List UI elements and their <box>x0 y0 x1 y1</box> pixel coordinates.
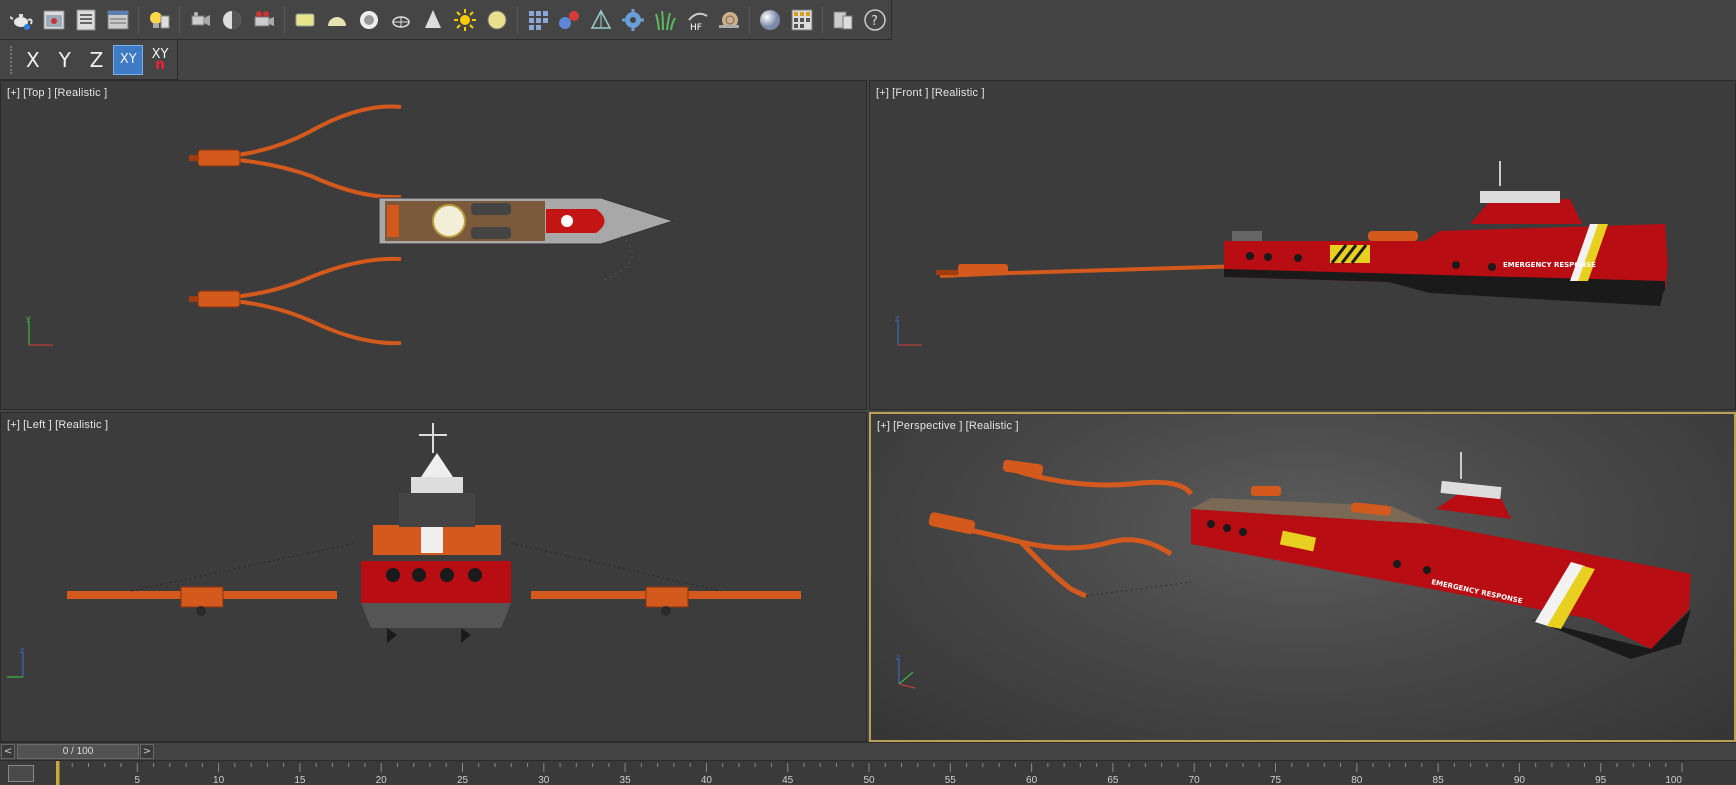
ruler-tick-label: 40 <box>701 775 713 785</box>
ruler-tick-label: 90 <box>1514 775 1526 785</box>
gear-icon[interactable] <box>619 5 647 35</box>
clipboard-icon[interactable] <box>829 5 857 35</box>
torus-icon[interactable] <box>355 5 383 35</box>
ruler-tick-label: 35 <box>620 775 632 785</box>
camera-icon[interactable] <box>186 5 214 35</box>
hemisphere-icon[interactable] <box>323 5 351 35</box>
boom-lower <box>189 256 402 346</box>
video-camera-icon[interactable] <box>250 5 278 35</box>
render-frame-icon[interactable] <box>40 5 68 35</box>
ruler-tick-label: 30 <box>538 775 550 785</box>
svg-text:?: ? <box>871 14 878 29</box>
ruler-tick-label: 70 <box>1189 775 1201 785</box>
boom-left-side <box>67 542 357 616</box>
ruler-tick-label: 100 <box>1665 775 1682 785</box>
grid-icon[interactable] <box>524 5 552 35</box>
material-editor-icon[interactable] <box>104 5 132 35</box>
boom-right-side <box>510 542 801 616</box>
molecule-icon[interactable] <box>556 5 584 35</box>
axis-xy-button[interactable]: XY <box>113 44 144 75</box>
sound-icon[interactable] <box>218 5 246 35</box>
axis-z-button[interactable]: Z <box>82 45 112 75</box>
time-slider-thumb[interactable]: 0 / 100 <box>17 744 139 759</box>
front-view-scene: EMERGENCY RESPONSE z <box>895 161 1668 346</box>
axis-gizmo: z <box>7 646 24 678</box>
sphere-icon[interactable] <box>483 5 511 35</box>
axis-gizmo: y <box>26 314 53 346</box>
ship-top <box>378 197 675 245</box>
axis-gizmo: z <box>895 314 922 346</box>
curve-editor-icon[interactable] <box>8 765 34 782</box>
top-view-scene: y <box>26 104 675 346</box>
boom-upper <box>189 104 402 200</box>
hf-icon[interactable]: HF <box>683 5 711 35</box>
ruler-tick-label: 55 <box>945 775 957 785</box>
ship-perspective: EMERGENCY RESPONSE <box>1191 452 1691 659</box>
ruler-tick-label: 50 <box>863 775 875 785</box>
help-icon[interactable]: ? <box>861 5 889 35</box>
teapot-wire-icon[interactable] <box>387 5 415 35</box>
ruler-tick-label: 80 <box>1351 775 1363 785</box>
prev-frame-button[interactable]: < <box>1 744 15 759</box>
axis-gizmo: z <box>896 653 916 689</box>
frame-ruler[interactable]: 0510152025303540455055606570758085909510… <box>56 761 1726 785</box>
svg-text:z: z <box>895 314 899 323</box>
axis-constraints-toolbar: X Y Z XY XY n <box>0 40 178 80</box>
time-slider: < 0 / 100 > <box>0 742 1736 760</box>
ruler-tick-label: 25 <box>457 775 469 785</box>
svg-text:z: z <box>20 646 24 655</box>
viewport-front[interactable]: [+] [Front ] [Realistic ] EMERGENCY RESPON… <box>869 80 1736 410</box>
grass-icon[interactable] <box>651 5 679 35</box>
ruler-tick-label: 60 <box>1026 775 1038 785</box>
perspective-view-scene: EMERGENCY RESPONSE z <box>896 452 1691 689</box>
svg-text:HF: HF <box>690 23 702 32</box>
ruler-tick-label: 15 <box>294 775 306 785</box>
main-toolbar: HF ? <box>0 0 892 40</box>
ruler-tick-label: 85 <box>1433 775 1445 785</box>
ruler-tick-label: 75 <box>1270 775 1282 785</box>
axis-y-button[interactable]: Y <box>50 45 80 75</box>
axis-cycle-suffix: n <box>155 56 166 73</box>
axis-gizmo-icon[interactable] <box>587 5 615 35</box>
light-icon[interactable] <box>145 5 173 35</box>
box-icon[interactable] <box>291 5 319 35</box>
next-frame-button[interactable]: > <box>140 744 154 759</box>
axis-x-button[interactable]: X <box>18 45 48 75</box>
svg-text:z: z <box>896 653 900 662</box>
ruler-tick-label: 45 <box>782 775 794 785</box>
viewport-perspective[interactable]: [+] [Perspective ] [Realistic ] EMERGENCY … <box>869 412 1736 742</box>
toolbar-grip[interactable] <box>10 45 14 74</box>
render-setup-icon[interactable] <box>72 5 100 35</box>
boom-perspective <box>928 459 1194 599</box>
snail-icon[interactable] <box>715 5 743 35</box>
ship-stern <box>361 423 511 643</box>
sun-icon[interactable] <box>451 5 479 35</box>
teapot-icon[interactable] <box>8 5 36 35</box>
left-view-scene: z <box>7 423 801 678</box>
ruler-tick-label: 95 <box>1595 775 1607 785</box>
cone-icon[interactable] <box>419 5 447 35</box>
track-bar[interactable]: 0510152025303540455055606570758085909510… <box>0 760 1736 785</box>
ship-side: EMERGENCY RESPONSE <box>1224 161 1668 306</box>
viewport-left[interactable]: [+] [Left ] [Realistic ] z <box>0 412 867 742</box>
sphere-shaded-icon[interactable] <box>756 5 784 35</box>
svg-text:y: y <box>26 314 31 323</box>
ruler-tick-label: 5 <box>135 775 141 785</box>
ruler-tick-label: 20 <box>376 775 388 785</box>
ruler-tick-label: 10 <box>213 775 225 785</box>
ruler-tick-label: 65 <box>1107 775 1119 785</box>
axis-xy-cycle-button[interactable]: XY n <box>145 45 175 75</box>
svg-text:EMERGENCY RESPONSE: EMERGENCY RESPONSE <box>1503 261 1596 269</box>
viewport-top[interactable]: [+] [Top ] [Realistic ] y <box>0 80 867 410</box>
current-frame-marker[interactable] <box>56 761 60 785</box>
calendar-icon[interactable] <box>788 5 816 35</box>
